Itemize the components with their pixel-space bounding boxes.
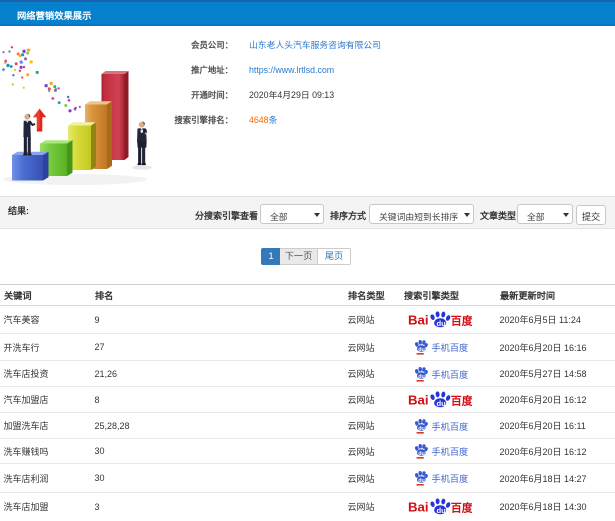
svg-text:du: du xyxy=(418,426,425,432)
svg-text:Bai: Bai xyxy=(408,500,429,515)
svg-text:du: du xyxy=(436,319,446,328)
svg-text:Bai: Bai xyxy=(408,392,429,407)
svg-text:Bai: Bai xyxy=(408,312,429,327)
svg-text:du: du xyxy=(418,451,425,457)
svg-text:du: du xyxy=(436,399,446,408)
svg-text:du: du xyxy=(436,506,446,515)
svg-text:du: du xyxy=(418,347,425,353)
svg-text:百度: 百度 xyxy=(450,394,471,408)
svg-text:du: du xyxy=(418,374,425,380)
svg-text:百度: 百度 xyxy=(450,501,471,515)
svg-text:百度: 百度 xyxy=(450,314,471,328)
svg-text:du: du xyxy=(418,478,425,484)
